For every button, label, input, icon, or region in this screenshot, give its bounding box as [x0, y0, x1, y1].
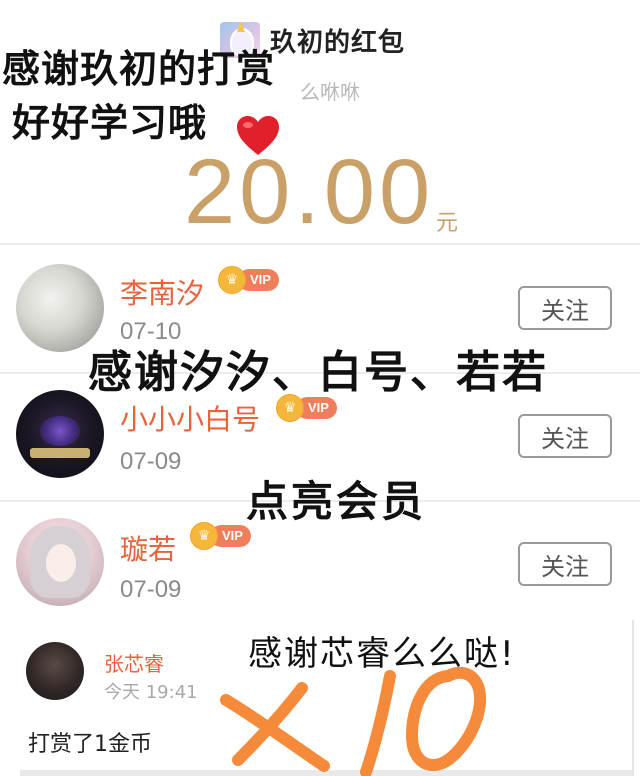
row-date: 07-09	[120, 448, 182, 475]
row-username[interactable]: 李南汐	[120, 272, 204, 312]
crown-icon: ♛	[276, 394, 304, 422]
packet-subtitle: 么咻咻	[300, 80, 360, 104]
tip-time: 今天 19:41	[104, 682, 198, 703]
overlay-vip-text: 点亮会员	[246, 477, 427, 526]
unicorn-horn-icon	[237, 22, 245, 32]
crown-icon: ♛	[218, 266, 246, 294]
overlay-vip-thanks-text: 感谢汐汐、白号、若若	[88, 347, 548, 398]
overlay-thanks-text: 感谢玖初的打赏	[2, 47, 276, 91]
divider	[0, 243, 640, 245]
row-date: 07-09	[120, 576, 182, 603]
vip-badge: ♛ VIP	[190, 522, 251, 550]
follow-button[interactable]: 关注	[518, 286, 612, 330]
avatar[interactable]	[26, 642, 84, 700]
avatar[interactable]	[16, 390, 104, 478]
packet-title: 玖初的红包	[270, 28, 406, 58]
divider	[632, 620, 634, 776]
vip-badge: ♛ VIP	[218, 266, 279, 294]
row-username[interactable]: 璇若	[120, 528, 176, 568]
follow-button[interactable]: 关注	[518, 414, 612, 458]
tipper-name[interactable]: 张芯睿	[104, 648, 164, 677]
tip-text: 打赏了1金币	[28, 732, 152, 757]
overlay-tipper-thanks-text: 感谢芯睿么么哒!	[248, 634, 516, 674]
crown-icon: ♛	[190, 522, 218, 550]
packet-amount: 20.00	[184, 141, 435, 243]
row-username[interactable]: 小小小白号	[120, 398, 260, 438]
amount-unit: 元	[436, 211, 459, 236]
follow-button[interactable]: 关注	[518, 542, 612, 586]
overlay-study-text: 好好学习哦	[12, 101, 208, 145]
avatar[interactable]	[16, 518, 104, 606]
